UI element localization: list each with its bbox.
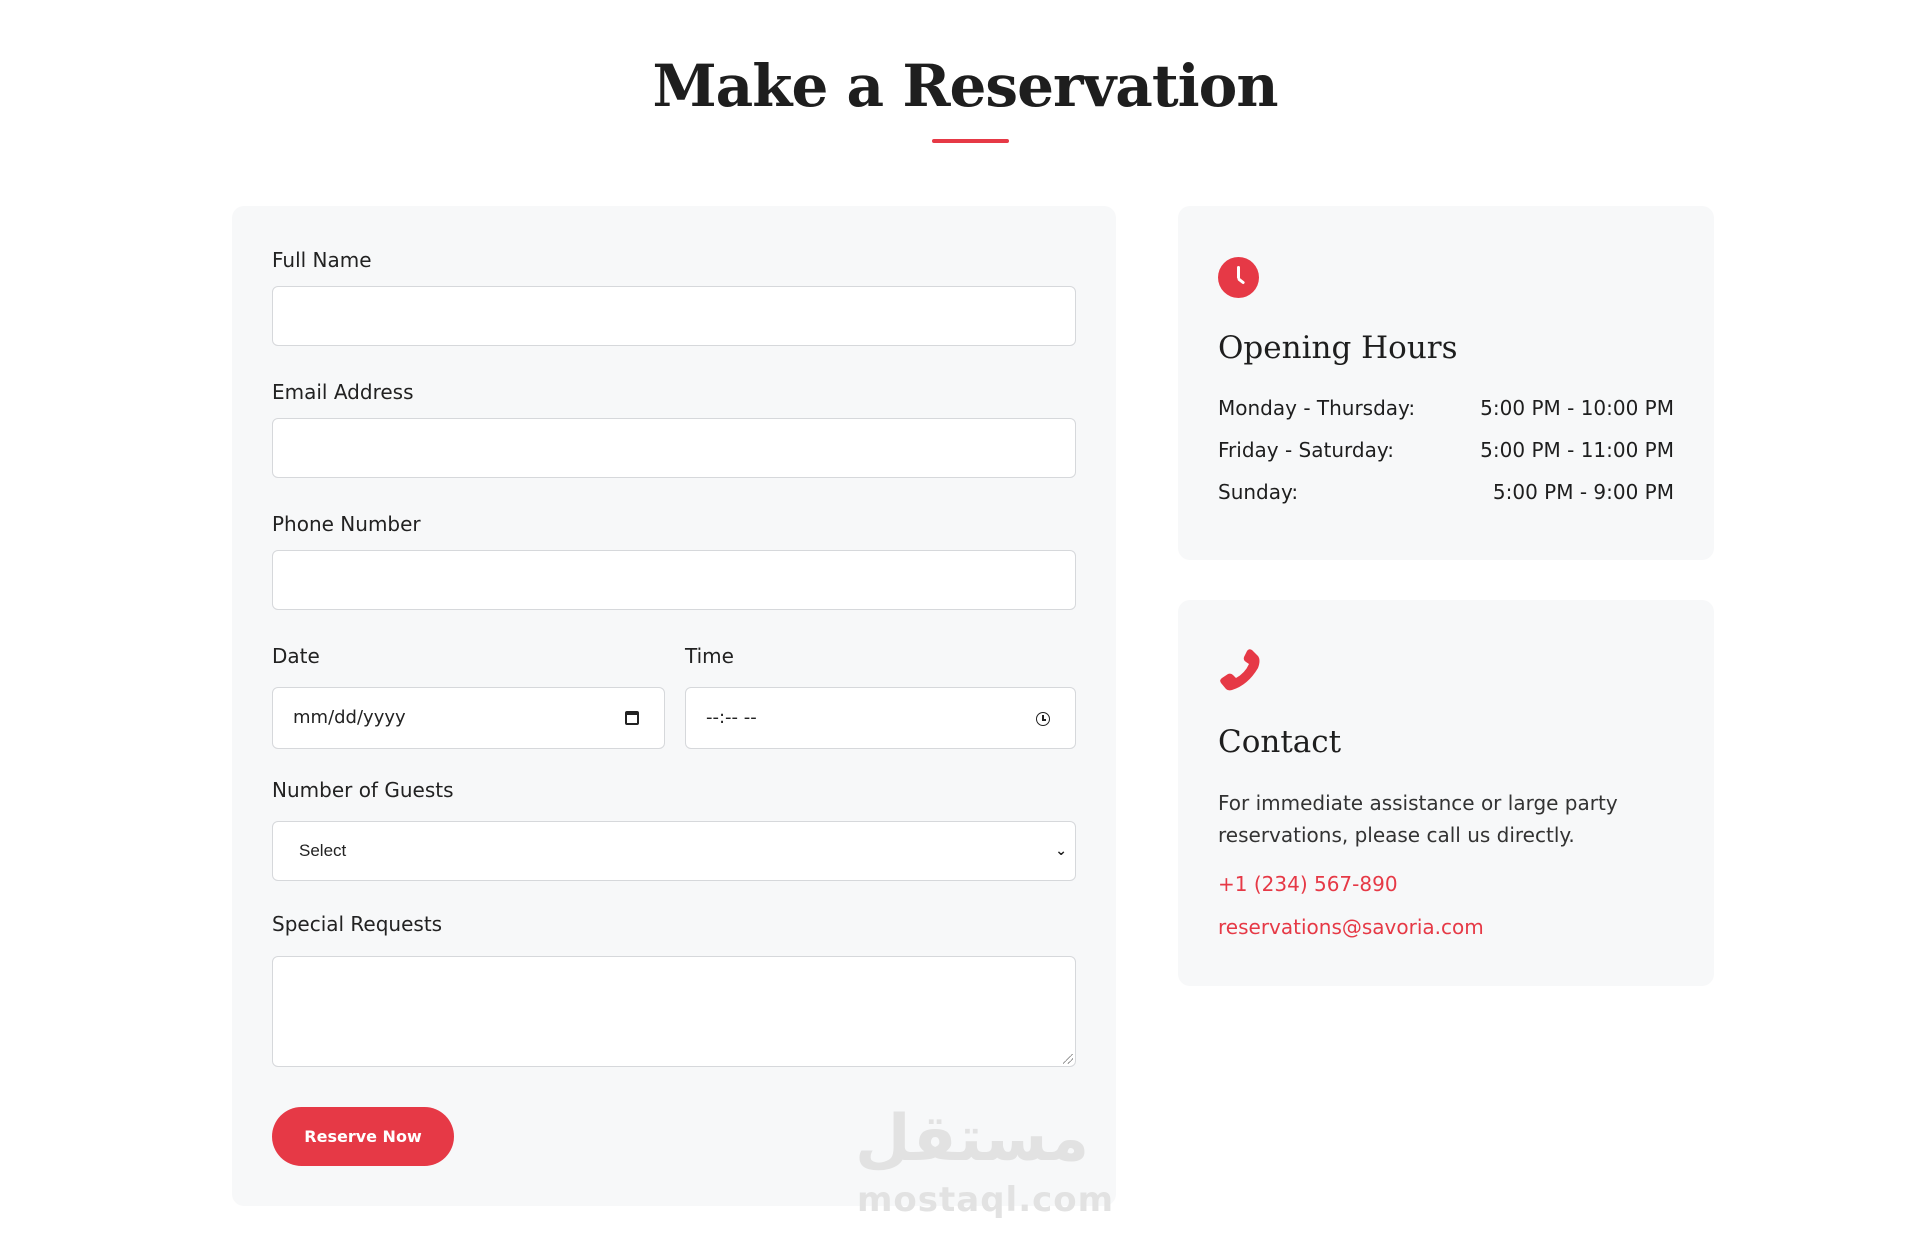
guests-label: Number of Guests xyxy=(272,778,454,802)
special-requests-textarea[interactable] xyxy=(272,956,1076,1067)
requests-label: Special Requests xyxy=(272,912,443,936)
email-label: Email Address xyxy=(272,380,414,404)
date-label: Date xyxy=(272,644,320,668)
phone-input[interactable] xyxy=(272,550,1076,610)
chevron-down-icon: ⌄ xyxy=(1055,843,1067,859)
date-input[interactable]: mm/dd/yyyy xyxy=(272,687,665,749)
contact-card: Contact For immediate assistance or larg… xyxy=(1178,600,1714,986)
reservation-form: Full Name Email Address Phone Number Dat… xyxy=(232,206,1116,1206)
time-label: Time xyxy=(685,644,734,668)
phone-label: Phone Number xyxy=(272,512,421,536)
guests-select[interactable]: Select ⌄ xyxy=(272,821,1076,881)
calendar-icon[interactable] xyxy=(625,711,639,725)
hours-time: 5:00 PM - 9:00 PM xyxy=(1492,480,1674,504)
hours-time: 5:00 PM - 10:00 PM xyxy=(1480,396,1674,420)
clock-icon[interactable] xyxy=(1036,712,1050,726)
full-name-input[interactable] xyxy=(272,286,1076,346)
page-title: Make a Reservation xyxy=(652,52,1278,120)
contact-title: Contact xyxy=(1218,724,1342,760)
clock-icon xyxy=(1218,257,1259,298)
date-placeholder: mm/dd/yyyy xyxy=(293,707,406,728)
email-input[interactable] xyxy=(272,418,1076,478)
reserve-now-button[interactable]: Reserve Now xyxy=(272,1107,454,1166)
opening-hours-title: Opening Hours xyxy=(1218,330,1458,366)
watermark-latin: mostaql.com xyxy=(857,1180,1115,1220)
time-placeholder: --:-- -- xyxy=(706,707,757,728)
contact-description: For immediate assistance or large party … xyxy=(1218,791,1618,847)
phone-icon xyxy=(1220,649,1260,691)
reservation-page: Make a Reservation Full Name Email Addre… xyxy=(0,0,1920,1233)
hours-time: 5:00 PM - 11:00 PM xyxy=(1480,438,1674,462)
resize-handle[interactable] xyxy=(1063,1054,1073,1064)
time-input[interactable]: --:-- -- xyxy=(685,687,1076,749)
title-underline xyxy=(932,139,1009,143)
hours-day: Sunday: xyxy=(1218,480,1299,504)
full-name-label: Full Name xyxy=(272,248,372,272)
contact-phone-link[interactable]: +1 (234) 567-890 xyxy=(1218,872,1398,896)
opening-hours-card: Opening Hours Monday - Thursday: 5:00 PM… xyxy=(1178,206,1714,560)
hours-day: Friday - Saturday: xyxy=(1218,438,1394,462)
contact-email-link[interactable]: reservations@savoria.com xyxy=(1218,915,1484,939)
guests-selected-value: Select xyxy=(299,841,347,860)
watermark-arabic: مستقل xyxy=(855,1102,1090,1176)
hours-day: Monday - Thursday: xyxy=(1218,396,1416,420)
